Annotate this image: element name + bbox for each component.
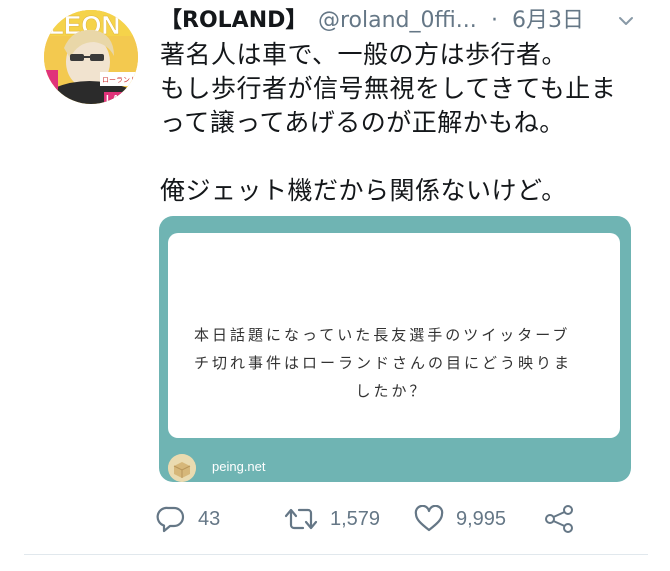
- svg-text:ローランド: ローランド: [102, 76, 137, 84]
- tweet-date[interactable]: 6月3日: [512, 6, 584, 36]
- tweet-header: 【ROLAND】 @roland_0ffi... · 6月3日: [160, 6, 670, 36]
- chevron-down-icon[interactable]: [618, 15, 634, 27]
- retweet-button[interactable]: 1,579: [284, 502, 380, 536]
- peing-logo-icon: [168, 454, 196, 482]
- tweet-text-line: 著名人は車で、一般の方は歩行者。: [160, 40, 568, 69]
- question-line: 本日話題になっていた長友選手のツイッターブ: [194, 326, 571, 344]
- question-line: チ切れ事件はローランドさんの目にどう映りま: [194, 354, 573, 372]
- tweet: LEON ローランド LAND 【ROLAND】 @roland_0ffi...…: [0, 0, 670, 571]
- share-button[interactable]: [544, 502, 574, 536]
- reply-button[interactable]: 43: [156, 502, 220, 536]
- question-card: 本日話題になっていた長友選手のツイッターブ チ切れ事件はローランドさんの目にどう…: [168, 233, 620, 438]
- retweet-icon: [284, 508, 318, 530]
- retweet-count: 1,579: [330, 507, 381, 530]
- reply-count: 43: [198, 507, 221, 530]
- separator-dot: ·: [491, 8, 498, 33]
- divider: [24, 554, 648, 555]
- share-icon: [545, 505, 573, 533]
- card-domain: peing.net: [212, 459, 266, 474]
- user-handle[interactable]: @roland_0ffi...: [318, 6, 477, 36]
- tweet-text: 著名人は車で、一般の方は歩行者。 もし歩行者が信号無視をしてきても止ま って譲っ…: [160, 38, 650, 208]
- svg-text:LAND: LAND: [106, 94, 134, 104]
- like-button[interactable]: 9,995: [414, 502, 506, 536]
- tweet-text-line: 俺ジェット機だから関係ないけど。: [160, 176, 567, 205]
- avatar-image: LEON ローランド LAND: [44, 10, 138, 104]
- display-name[interactable]: 【ROLAND】: [160, 6, 307, 36]
- tweet-text-line: って譲ってあげるのが正解かもね。: [160, 108, 565, 137]
- question-text: 本日話題になっていた長友選手のツイッターブ チ切れ事件はローランドさんの目にどう…: [194, 321, 599, 405]
- like-icon: [414, 505, 444, 532]
- link-card[interactable]: 本日話題になっていた長友選手のツイッターブ チ切れ事件はローランドさんの目にどう…: [159, 216, 631, 482]
- question-line: したか？: [355, 382, 428, 400]
- tweet-text-line: もし歩行者が信号無視をしてきても止ま: [160, 74, 617, 103]
- reply-icon: [156, 506, 185, 533]
- like-count: 9,995: [456, 507, 507, 530]
- avatar[interactable]: LEON ローランド LAND: [44, 10, 138, 104]
- tweet-actions: 43 1,579 9,995: [156, 502, 656, 536]
